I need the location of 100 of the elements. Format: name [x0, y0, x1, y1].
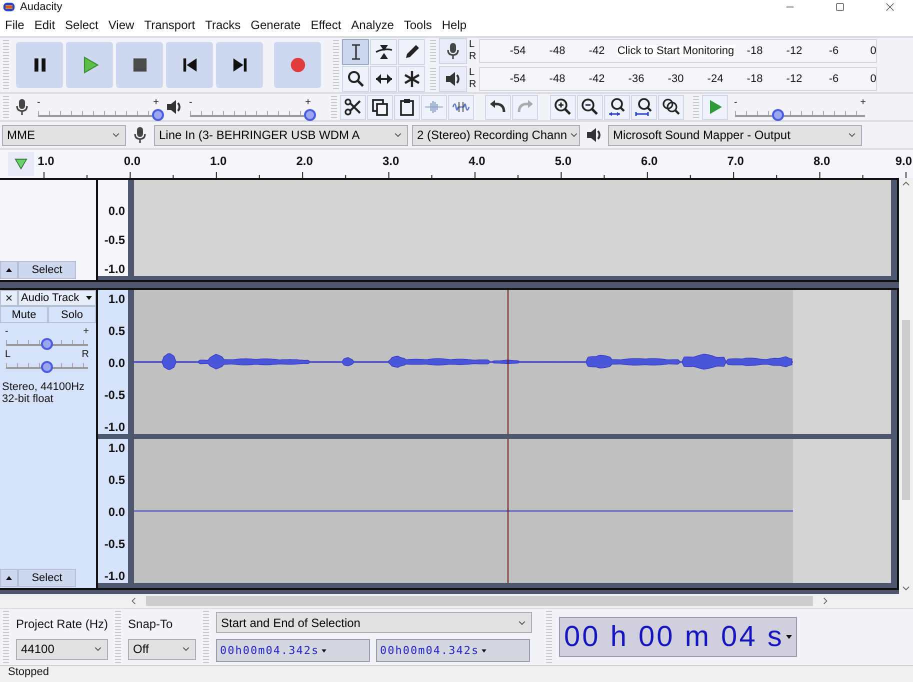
timeline-label: 9.0: [895, 154, 912, 168]
menu-item[interactable]: View: [103, 18, 140, 32]
pan-slider-thumb[interactable]: [41, 361, 53, 373]
slider-min-label: -: [5, 327, 8, 336]
playback-device-dropdown[interactable]: Microsoft Sound Mapper - Output: [608, 124, 862, 146]
zoom-toggle-button[interactable]: [658, 94, 684, 120]
amplitude-scale-label: 1.0: [108, 441, 125, 455]
timeline-label: 2.0: [295, 154, 314, 168]
selection-mode-dropdown[interactable]: Start and End of Selection: [216, 612, 532, 633]
cut-button[interactable]: [340, 94, 366, 120]
zoom-in-icon: [553, 97, 573, 117]
selection-end-field[interactable]: 00h00m04.342s: [376, 639, 530, 662]
meter-scale-label: 0: [869, 73, 878, 85]
undo-button[interactable]: [485, 94, 511, 120]
menu-item[interactable]: Tracks: [200, 18, 246, 32]
menu-item[interactable]: Tools: [398, 18, 437, 32]
stop-button[interactable]: [116, 42, 163, 88]
zoom-out-icon: [580, 97, 600, 117]
amplitude-scale-label: 0.5: [108, 473, 125, 487]
audio-position-display[interactable]: 00 h 00 m 04 s: [559, 617, 797, 657]
slider-min-label: -: [189, 98, 192, 106]
project-rate-dropdown[interactable]: 44100: [16, 638, 108, 660]
playback-meter-button[interactable]: [439, 66, 467, 92]
gain-slider-thumb[interactable]: [41, 338, 53, 350]
clipboard-icon: [397, 97, 417, 117]
menu-item[interactable]: Select: [60, 18, 104, 32]
close-icon: [4, 293, 14, 303]
fit-selection-button[interactable]: [604, 94, 630, 120]
track-name-menu[interactable]: Audio Track: [18, 290, 96, 306]
multi-tool-button[interactable]: [398, 66, 425, 92]
amplitude-scale-label: 0.0: [108, 505, 125, 519]
timeline-label: 0.0: [122, 154, 142, 168]
selection-tool-button[interactable]: [342, 38, 369, 64]
timeline-ruler[interactable]: 1.0 0.0 1.0 2.0 3.0 4.0 5.0 6.0 7.0 8.0 9.0: [0, 150, 913, 178]
recording-device-dropdown[interactable]: Line In (3- BEHRINGER USB WDM A: [154, 124, 408, 146]
amplitude-scale-label: -1.0: [104, 420, 125, 434]
menu-item[interactable]: File: [0, 18, 30, 32]
solo-button[interactable]: Solo: [48, 306, 96, 323]
meter-scale-label: -30: [666, 73, 685, 85]
slider-max-label: R: [82, 350, 89, 359]
collapse-button[interactable]: [0, 569, 18, 587]
amplitude-scale-label: 0.0: [108, 356, 125, 370]
zoom-tool-button[interactable]: [342, 66, 369, 92]
zoom-toggle-icon: [661, 97, 681, 117]
copy-button[interactable]: [367, 94, 393, 120]
meter-scale-label: -36: [627, 73, 646, 85]
silence-button[interactable]: [448, 94, 474, 120]
zoom-in-button[interactable]: [550, 94, 576, 120]
scrollbar-thumb[interactable]: [902, 320, 910, 500]
draw-tool-button[interactable]: [398, 38, 425, 64]
recording-meter[interactable]: -54 -48 -42 Click to Start Monitoring -18 -12 -6 0: [479, 39, 877, 63]
slider-min-label: -: [37, 98, 40, 106]
menu-item[interactable]: Edit: [29, 18, 60, 32]
amplitude-scale-label: -1.0: [104, 262, 125, 276]
meter-scale-label: -18: [746, 45, 764, 57]
slider-min-label: -: [734, 98, 738, 106]
channel-label: R: [469, 51, 478, 63]
recording-channels-dropdown[interactable]: 2 (Stereo) Recording Chann: [412, 124, 580, 146]
timeline-label: 7.0: [726, 154, 745, 168]
menu-item[interactable]: Effect: [306, 18, 346, 32]
menu-item[interactable]: Transport: [139, 18, 200, 32]
recording-volume-slider-thumb[interactable]: [152, 108, 164, 120]
window-close-icon: [884, 1, 896, 13]
select-button[interactable]: Select: [18, 261, 76, 279]
menu-item[interactable]: Generate: [246, 18, 306, 32]
monitor-hint[interactable]: Click to Start Monitoring: [616, 45, 735, 57]
record-meter-button[interactable]: [439, 38, 467, 64]
pause-button[interactable]: [16, 42, 63, 88]
menu-item[interactable]: Help: [436, 18, 472, 32]
record-button[interactable]: [274, 42, 321, 88]
pin-playhead-button[interactable]: [8, 152, 34, 176]
magnifier-icon: [346, 68, 366, 88]
play-at-speed-button[interactable]: [702, 94, 728, 120]
scrollbar-thumb[interactable]: [146, 596, 813, 606]
vertical-scrollbar[interactable]: [899, 178, 913, 594]
time-shift-tool-button[interactable]: [370, 66, 397, 92]
envelope-tool-button[interactable]: [370, 38, 397, 64]
snap-to-dropdown[interactable]: Off: [128, 638, 196, 660]
skip-to-start-button[interactable]: [166, 42, 213, 88]
meter-scale-label: -6: [828, 45, 840, 57]
meter-scale-label: -54: [508, 73, 527, 85]
meter-scale-label: -42: [588, 45, 606, 57]
selection-start-field[interactable]: 00h00m04.342s: [216, 639, 370, 662]
channel-label: L: [469, 39, 476, 51]
mute-button[interactable]: Mute: [0, 306, 48, 323]
menu-item[interactable]: Analyze: [346, 18, 399, 32]
slider-max-label: +: [153, 98, 159, 106]
channel-label: L: [469, 67, 476, 79]
select-button[interactable]: Select: [18, 569, 76, 587]
audio-host-dropdown[interactable]: MME: [2, 124, 126, 146]
timeline-label: 1.0: [209, 154, 228, 168]
skip-to-end-button[interactable]: [216, 42, 263, 88]
fit-project-button[interactable]: [631, 94, 657, 120]
collapse-button[interactable]: [0, 261, 18, 279]
playback-volume-slider-thumb[interactable]: [304, 108, 316, 120]
project-rate-label: Project Rate (Hz): [16, 616, 108, 632]
amplitude-scale-label: -0.5: [104, 537, 125, 551]
zoom-out-button[interactable]: [577, 94, 603, 120]
playback-speed-slider-thumb[interactable]: [772, 108, 784, 120]
paste-button[interactable]: [394, 94, 420, 120]
